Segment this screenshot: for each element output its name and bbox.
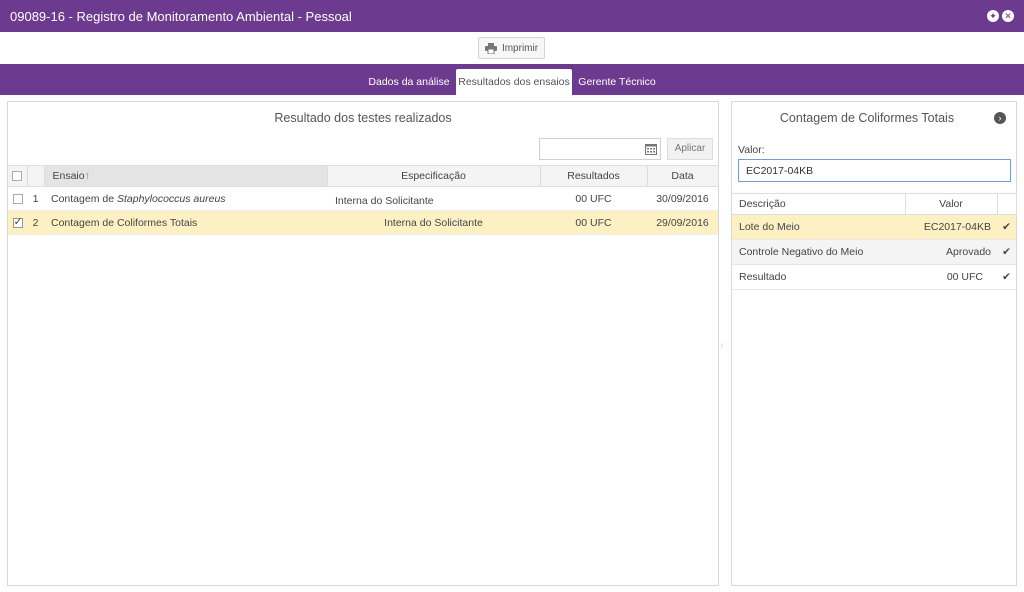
check-icon: ✔ <box>997 264 1016 290</box>
detail-panel: Contagem de Coliformes Totais › Valor: D… <box>731 101 1017 586</box>
row-checkbox-cell[interactable] <box>8 210 27 235</box>
column-header-data[interactable]: Data <box>647 165 719 187</box>
row-number-header <box>27 165 45 187</box>
valor-cell: Aprovado <box>905 239 997 265</box>
ensaio-cell: Contagem de Coliformes Totais <box>44 210 327 235</box>
column-header-ensaio[interactable]: Ensaio↑ <box>44 165 328 187</box>
ensaio-organism: Staphylococcus aureus <box>116 192 226 205</box>
data-cell: 30/09/2016 <box>647 186 718 211</box>
resultado-cell: 00 UFC <box>540 186 647 211</box>
ensaio-prefix: Contagem de <box>51 192 117 205</box>
toolbar: Imprimir <box>0 32 1024 64</box>
print-button-label: Imprimir <box>501 42 539 54</box>
resultado-cell: 00 UFC <box>540 210 647 235</box>
detail-row[interactable]: Resultado 00 UFC ✔ <box>732 264 1016 290</box>
row-checkbox[interactable] <box>12 215 23 228</box>
tab-bar: Dados da análise Resultados dos ensaios … <box>0 64 1024 95</box>
descricao-cell: Lote do Meio <box>732 214 905 240</box>
detail-table: Descrição Valor Lote do Meio EC2017-04KB… <box>732 193 1017 290</box>
data-cell: 29/09/2016 <box>647 210 718 235</box>
row-checkbox-cell[interactable] <box>8 186 27 211</box>
table-row[interactable]: 2 Contagem de Coliformes Totais Interna … <box>8 210 718 235</box>
table-header-row: Ensaio↑ Especificação Resultados Data <box>8 165 719 187</box>
detail-header-row: Descrição Valor <box>732 193 1017 215</box>
window-title: 09089-16 - Registro de Monitoramento Amb… <box>10 9 352 24</box>
valor-input[interactable] <box>738 159 1011 182</box>
print-button[interactable]: Imprimir <box>478 37 545 59</box>
column-header-resultados[interactable]: Resultados <box>540 165 648 187</box>
descricao-cell: Controle Negativo do Meio <box>732 239 905 265</box>
filter-date-input[interactable] <box>539 138 661 160</box>
descricao-cell: Resultado <box>732 264 905 290</box>
valor-cell: EC2017-04KB <box>905 214 997 240</box>
results-panel-title: Resultado dos testes realizados <box>274 111 452 125</box>
especificacao-cell: Interna do Solicitante <box>327 210 540 235</box>
table-row[interactable]: 1 Contagem de Staphylococcus aureus Inte… <box>8 186 718 211</box>
sort-arrow-icon: ↑ <box>84 170 90 182</box>
column-header-especificacao[interactable]: Especificação <box>327 165 541 187</box>
results-panel: Resultado dos testes realizados Aplicar … <box>7 101 719 586</box>
row-number: 2 <box>27 210 44 235</box>
printer-icon <box>484 42 497 54</box>
especificacao-cell: Interna do Solicitante <box>327 186 540 211</box>
column-header-status <box>997 193 1017 215</box>
chevron-right-icon[interactable]: › <box>994 112 1006 124</box>
results-table: Ensaio↑ Especificação Resultados Data 1 … <box>8 165 719 235</box>
panel-splitter-icon[interactable]: › <box>720 340 723 351</box>
check-icon: ✔ <box>997 214 1016 240</box>
valor-cell: 00 UFC <box>905 264 997 290</box>
tab-resultados-ensaios[interactable]: Resultados dos ensaios <box>456 69 572 95</box>
detail-row[interactable]: Lote do Meio EC2017-04KB ✔ <box>732 214 1016 240</box>
detail-panel-title: Contagem de Coliformes Totais <box>779 111 955 125</box>
tab-dados-analise[interactable]: Dados da análise <box>366 69 452 95</box>
row-number: 1 <box>27 186 44 211</box>
detail-row[interactable]: Controle Negativo do Meio Aprovado ✔ <box>732 239 1016 265</box>
select-all-checkbox[interactable] <box>12 171 23 182</box>
column-header-valor[interactable]: Valor <box>905 193 998 215</box>
title-bar: 09089-16 - Registro de Monitoramento Amb… <box>0 0 1024 32</box>
check-icon: ✔ <box>997 239 1016 265</box>
ensaio-header-label: Ensaio <box>52 170 85 182</box>
ensaio-cell: Contagem de Staphylococcus aureus <box>44 186 327 211</box>
calendar-icon[interactable] <box>645 143 657 155</box>
ensaio-prefix: Contagem de Coliformes Totais <box>51 216 198 229</box>
row-checkbox[interactable] <box>12 193 23 204</box>
column-header-descricao[interactable]: Descrição <box>732 193 906 215</box>
apply-button[interactable]: Aplicar <box>667 138 713 160</box>
help-icon[interactable]: ✦ <box>987 10 999 22</box>
close-icon[interactable]: ✕ <box>1002 10 1014 22</box>
tab-gerente-tecnico[interactable]: Gerente Técnico <box>576 69 658 95</box>
valor-label: Valor: <box>738 144 765 156</box>
select-all-header[interactable] <box>8 165 28 187</box>
